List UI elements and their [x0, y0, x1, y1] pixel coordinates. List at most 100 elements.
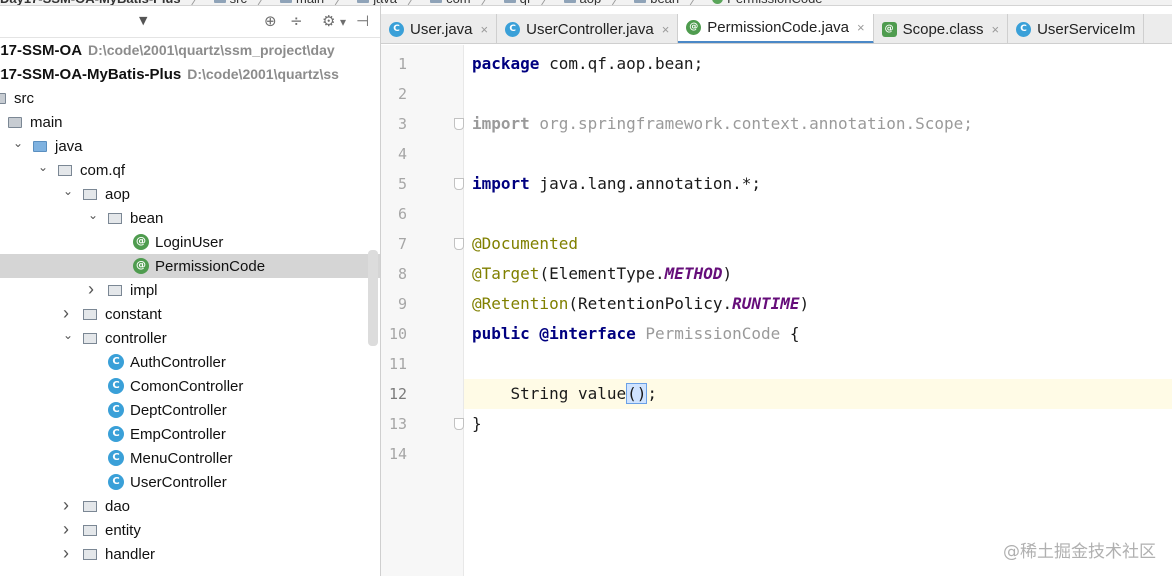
tree-item-label: src: [14, 90, 34, 107]
chevron-right-icon[interactable]: ›: [63, 304, 75, 322]
globe-icon[interactable]: ⊕: [264, 12, 277, 30]
tree-item-empcontroller[interactable]: C EmpController: [0, 422, 380, 446]
chevron-down-icon[interactable]: ⌄: [63, 329, 75, 341]
fold-icon[interactable]: [454, 178, 464, 190]
tree-item-text: y17-SSM-OA-MyBatis-Plus: [0, 65, 182, 83]
tab-label: User.java: [410, 20, 473, 38]
breadcrumb-item[interactable]: bean: [634, 0, 679, 5]
chevron-down-icon[interactable]: ⌄: [63, 185, 75, 197]
tree-item-text: UserController: [130, 473, 227, 491]
code-annotation: @Documented: [472, 234, 578, 253]
hide-panel-icon[interactable]: ⊣: [356, 12, 369, 30]
tree-item-label: handler: [105, 546, 155, 563]
code-text: }: [472, 414, 482, 433]
project-view-dropdown-icon[interactable]: ▼: [139, 14, 147, 27]
tree-item-java[interactable]: ⌄ java: [0, 134, 380, 158]
tree-item-label: aop: [105, 186, 130, 203]
code-editor[interactable]: 1 2 3 4 5 6 7 8 9 10 11 12 13 14 package com.qf.aop.b…: [381, 45, 1172, 576]
tab-usercontroller-java[interactable]: C UserController.java ×: [497, 14, 679, 43]
folder-icon: [563, 0, 576, 3]
project-scrollbar[interactable]: [368, 250, 378, 346]
tree-item-main[interactable]: main: [0, 110, 380, 134]
line-number: 14: [388, 445, 407, 463]
chevron-down-icon[interactable]: ⌄: [38, 161, 50, 173]
tab-user-java[interactable]: C User.java ×: [381, 14, 498, 43]
folder-icon: [8, 117, 22, 128]
code-line: @Retention(RetentionPolicy.RUNTIME): [472, 289, 809, 319]
chevron-right-icon[interactable]: ›: [63, 544, 75, 562]
tree-item-bean[interactable]: ⌄ bean: [0, 206, 380, 230]
tree-item-src[interactable]: src: [0, 86, 380, 110]
tree-item-handler[interactable]: › handler: [0, 542, 380, 566]
gear-icon[interactable]: ⚙: [322, 12, 335, 30]
close-icon[interactable]: ×: [991, 22, 999, 37]
tree-item-label: controller: [105, 330, 167, 347]
tree-item-constant[interactable]: › constant: [0, 302, 380, 326]
tree-item-dao[interactable]: › dao: [0, 494, 380, 518]
folder-icon: [213, 0, 226, 3]
tree-item-path: D:\code\2001\quartz\ssm_project\day: [88, 41, 335, 58]
chevron-right-icon[interactable]: ›: [63, 520, 75, 538]
fold-icon[interactable]: [454, 418, 464, 430]
tree-item-loginuser[interactable]: @ LoginUser: [0, 230, 380, 254]
tree-item-comoncontroller[interactable]: C ComonController: [0, 374, 380, 398]
annotation-icon: @: [133, 234, 149, 250]
tree-item-label: bean: [130, 210, 163, 227]
code-text: ): [722, 264, 733, 283]
tree-item-label: com.qf: [80, 162, 125, 179]
tree-item-text: EmpController: [130, 425, 226, 443]
breadcrumb-item[interactable]: qf: [503, 0, 531, 5]
tree-item-text: LoginUser: [155, 233, 224, 251]
breadcrumb-separator: 〉: [407, 0, 420, 5]
close-icon[interactable]: ×: [857, 20, 865, 35]
tree-item-impl[interactable]: › impl: [0, 278, 380, 302]
line-gutter: 1 2 3 4 5 6 7 8 9 10 11 12 13 14: [381, 45, 463, 576]
code-annotation: @Target: [472, 264, 540, 283]
tree-item-label: java: [55, 138, 83, 155]
package-icon: [108, 213, 122, 224]
chevron-down-icon[interactable]: ⌄: [88, 209, 100, 221]
collapse-all-icon[interactable]: ÷: [290, 12, 303, 30]
chevron-down-icon[interactable]: ▾: [340, 15, 346, 29]
tree-item-label: main: [30, 114, 63, 131]
fold-icon[interactable]: [454, 238, 464, 250]
tree-item-text: aop: [105, 185, 131, 203]
tree-item-entity[interactable]: › entity: [0, 518, 380, 542]
tree-item-permissioncode[interactable]: @ PermissionCode: [0, 254, 380, 278]
breadcrumb-item[interactable]: aop: [563, 0, 601, 5]
tree-item-y17-ssm-oa-mybatis-plus[interactable]: y17-SSM-OA-MyBatis-Plus D:\code\2001\quar…: [0, 62, 380, 86]
line-number: 10: [388, 325, 407, 343]
package-icon: [108, 285, 122, 296]
close-icon[interactable]: ×: [662, 22, 670, 37]
tab-permissioncode-java[interactable]: @ PermissionCode.java ×: [678, 14, 874, 43]
breadcrumb-label: bean: [650, 0, 679, 5]
chevron-right-icon[interactable]: ›: [88, 280, 100, 298]
breadcrumb-item[interactable]: PermissionCode: [712, 0, 823, 5]
package-icon: [83, 333, 97, 344]
tree-item-aop[interactable]: ⌄ aop: [0, 182, 380, 206]
chevron-right-icon[interactable]: ›: [63, 496, 75, 514]
fold-icon[interactable]: [454, 118, 464, 130]
code-text: String value: [510, 384, 627, 403]
tree-item-text: controller: [105, 329, 167, 347]
tree-item-y17-ssm-oa[interactable]: y17-SSM-OA D:\code\2001\quartz\ssm_projec…: [0, 38, 380, 62]
tab-userserviceim[interactable]: C UserServiceIm: [1008, 14, 1145, 43]
tree-item-com-qf[interactable]: ⌄ com.qf: [0, 158, 380, 182]
code-line: @Documented: [472, 229, 578, 259]
tab-scope-class[interactable]: @ Scope.class ×: [874, 14, 1009, 43]
code-line: @Target(ElementType.METHOD): [472, 259, 732, 289]
tree-item-controller[interactable]: ⌄ controller: [0, 326, 380, 350]
code-unused-import: org.springframework.context.annotation.S…: [529, 114, 973, 133]
tab-label: UserServiceIm: [1037, 20, 1136, 38]
tree-item-usercontroller[interactable]: C UserController: [0, 470, 380, 494]
close-icon[interactable]: ×: [481, 22, 489, 37]
breadcrumb-item[interactable]: com: [430, 0, 471, 5]
tree-item-deptcontroller[interactable]: C DeptController: [0, 398, 380, 422]
package-icon: [83, 501, 97, 512]
chevron-down-icon[interactable]: ⌄: [13, 137, 25, 149]
folder-icon: [0, 93, 6, 104]
tree-item-authcontroller[interactable]: C AuthController: [0, 350, 380, 374]
breadcrumb-label: qf: [520, 0, 531, 5]
tab-label: PermissionCode.java: [707, 19, 850, 36]
tree-item-menucontroller[interactable]: C MenuController: [0, 446, 380, 470]
